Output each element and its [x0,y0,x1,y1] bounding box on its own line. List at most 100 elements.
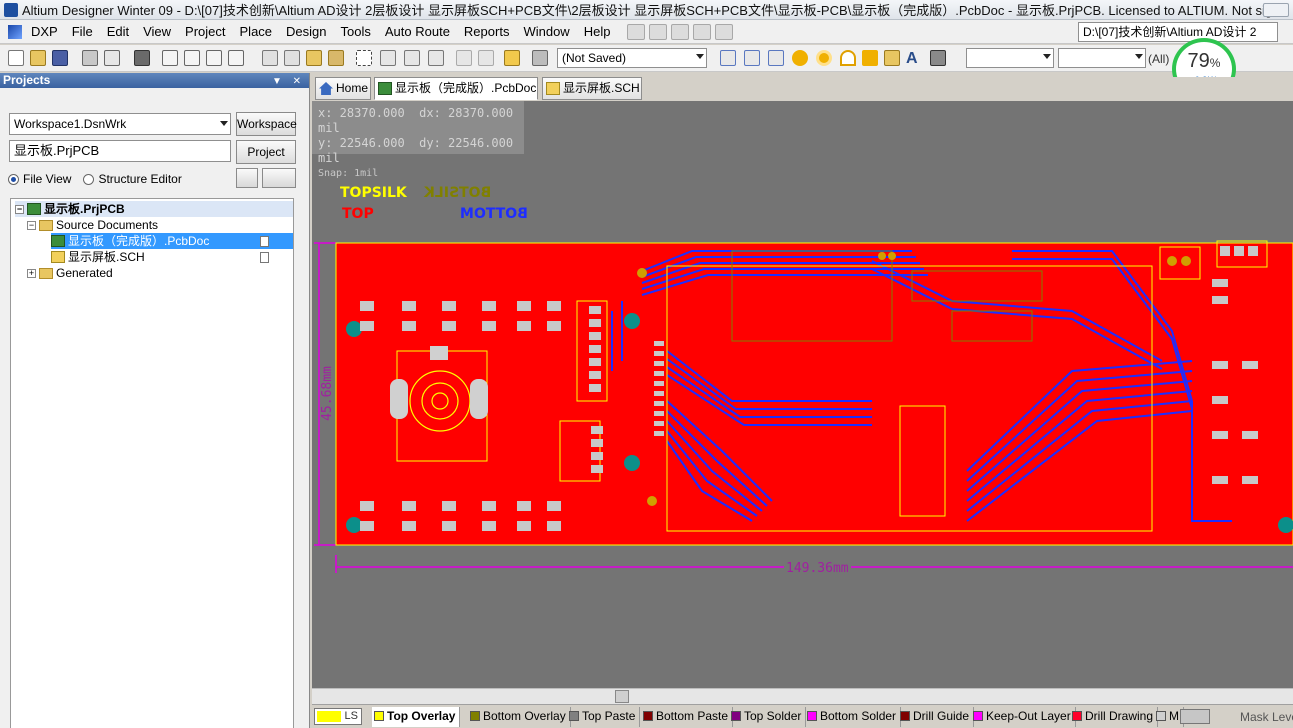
rubber-stamp-icon[interactable] [328,50,344,66]
horizontal-scrollbar[interactable] [312,688,1293,704]
route-multiple-icon[interactable] [768,50,784,66]
open-folder-icon[interactable] [30,50,46,66]
project-field[interactable]: 显示板.PrjPCB [9,140,231,162]
menu-tools[interactable]: Tools [334,21,378,43]
zoom-area-icon[interactable] [184,50,200,66]
tab-keep-out-layer[interactable]: Keep-Out Layer [971,707,1076,727]
place-fill-icon[interactable] [862,50,878,66]
zoom-filter-icon[interactable] [228,50,244,66]
altium-app-icon [4,2,18,17]
deselect-icon[interactable] [404,50,420,66]
menu-place[interactable]: Place [233,21,280,43]
layers-toolbar-icon[interactable] [649,23,668,40]
ruler-toolbar-icon[interactable] [693,23,712,40]
place-arc-icon[interactable] [840,50,856,66]
select-area-icon[interactable] [356,50,372,66]
document-path-combo[interactable]: D:\[07]技术创新\Altium AD设计 2 [1078,22,1278,42]
file-view-radio[interactable] [8,173,19,185]
layer-tab-scroll-buttons[interactable] [1180,709,1210,724]
tab-top-overlay[interactable]: Top Overlay [372,707,461,727]
move-icon[interactable] [380,50,396,66]
print-icon[interactable] [82,50,98,66]
cross-probe-icon[interactable] [504,50,520,66]
new-file-icon[interactable] [8,50,24,66]
print-preview-icon[interactable] [104,50,120,66]
place-pad-icon[interactable] [792,50,808,66]
project-button[interactable]: Project [236,140,296,164]
place-component-icon[interactable] [930,50,946,66]
scrollbar-thumb[interactable] [615,690,629,703]
menu-view[interactable]: View [136,21,178,43]
menu-design[interactable]: Design [279,21,333,43]
drill-drawing-swatch [1072,711,1082,721]
undo-icon[interactable] [456,50,472,66]
more-layers-swatch [1156,711,1166,721]
menu-project[interactable]: Project [178,21,232,43]
minimize-button[interactable] [1263,3,1289,17]
route-track-icon[interactable] [720,50,736,66]
class-filter-combo[interactable] [1058,48,1146,68]
tab-bottom-overlay[interactable]: Bottom Overlay [468,707,571,727]
tab-top-paste[interactable]: Top Paste [567,707,641,727]
tree-pcb-document[interactable]: 显示板（完成版）.PcbDoc [51,233,293,249]
layer-set-button[interactable]: LS [314,708,362,725]
collapse-icon[interactable]: − [15,204,24,214]
route-diff-pair-icon[interactable] [744,50,760,66]
saved-state-combo[interactable]: (Not Saved) [557,48,707,68]
structure-editor-radio[interactable] [83,173,95,185]
menu-reports[interactable]: Reports [457,21,517,43]
place-string-icon[interactable]: A [906,50,922,67]
tree-root-project[interactable]: − 显示板.PrjPCB [15,201,293,217]
tree-generated[interactable]: + Generated [27,265,293,281]
top-layer-label: TOP [342,206,374,222]
browse-components-icon[interactable] [532,50,548,66]
panel-pin-icon[interactable]: ▼ ✕ [272,74,305,89]
tab-drill-guide[interactable]: Drill Guide [898,707,975,727]
layer-set-label: LS [344,710,358,722]
redo-icon[interactable] [478,50,494,66]
paste-icon[interactable] [306,50,322,66]
tab-sch-document[interactable]: 显示屏板.SCH [542,77,642,100]
clear-filter-icon[interactable] [428,50,444,66]
grid-toolbar-icon[interactable] [715,23,734,40]
save-icon[interactable] [52,50,68,66]
drill-guide-swatch [900,711,910,721]
panel-title: Projects [3,73,51,87]
pcb-canvas[interactable]: x: 28370.000 dx: 28370.000 mil y: 22546.… [312,101,1293,688]
tab-top-solder[interactable]: Top Solder [729,707,807,727]
workspace-button[interactable]: Workspace [236,112,297,136]
tree-sch-document[interactable]: 显示屏板.SCH [51,249,293,265]
align-toolbar-icon[interactable] [671,23,690,40]
tab-bottom-solder[interactable]: Bottom Solder [805,707,902,727]
menu-file[interactable]: File [65,21,100,43]
menu-edit[interactable]: Edit [100,21,136,43]
menu-window[interactable]: Window [516,21,576,43]
mask-level-button[interactable]: Mask Leve [1240,710,1293,724]
menu-auto-route[interactable]: Auto Route [378,21,457,43]
menu-dxp[interactable]: DXP [24,21,65,43]
document-icon [260,235,269,247]
copy-icon[interactable] [284,50,300,66]
tab-more-layers-label: M [1169,709,1179,723]
tree-source-documents[interactable]: − Source Documents [27,217,293,233]
tab-drill-guide-label: Drill Guide [913,709,970,723]
panel-options-button[interactable] [262,168,296,188]
cut-icon[interactable] [262,50,278,66]
zoom-fit-icon[interactable] [162,50,178,66]
layers-3d-icon[interactable] [134,50,150,66]
tab-pcb-document[interactable]: 显示板（完成版）.PcbDoc [374,77,538,100]
filter-all-label[interactable]: (All) [1148,52,1169,66]
expand-icon[interactable]: + [27,268,36,278]
menu-help[interactable]: Help [577,21,618,43]
pencil-toolbar-icon[interactable] [627,23,646,40]
tab-home[interactable]: Home [315,77,371,100]
panel-layers-button[interactable] [236,168,258,188]
zoom-selected-icon[interactable] [206,50,222,66]
layer-filter-combo[interactable] [966,48,1054,68]
tab-drill-drawing[interactable]: Drill Drawing [1070,707,1159,727]
collapse-icon[interactable]: − [27,220,36,230]
tab-bottom-paste[interactable]: Bottom Paste [641,707,734,727]
place-polygon-icon[interactable] [884,50,900,66]
place-via-icon[interactable] [816,50,832,66]
workspace-combo[interactable]: Workspace1.DsnWrk [9,113,231,135]
